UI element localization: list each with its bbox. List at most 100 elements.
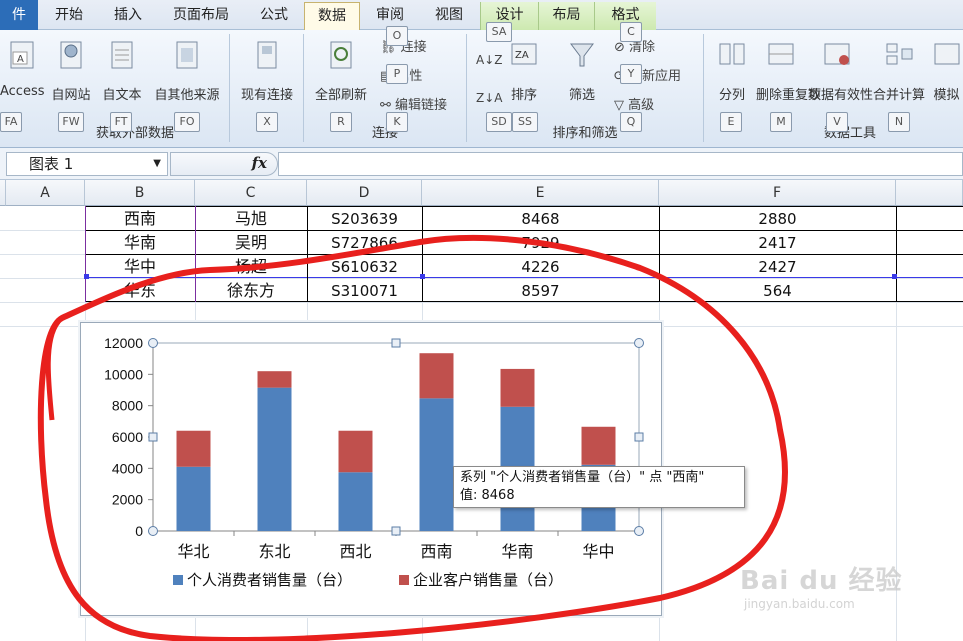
name-box[interactable]: 图表 1 ▼ [6, 152, 168, 176]
table-cell[interactable]: 杨超 [195, 255, 307, 279]
plot-resize-handle [634, 432, 644, 442]
column-header-e[interactable]: E [422, 180, 659, 206]
what-if-button[interactable]: 模拟 [930, 36, 963, 116]
y-tick-label: 10000 [104, 366, 143, 382]
tab-2[interactable]: 插入 [98, 2, 158, 30]
filter-funnel-icon [570, 43, 594, 67]
group-separator [703, 34, 704, 142]
existing-connections-button[interactable]: 现有连接 [234, 36, 300, 116]
other-sources-icon [176, 41, 198, 69]
bar-enterprise [581, 426, 616, 465]
selection-handle[interactable] [84, 274, 89, 279]
remove-dup-label: 删除重复项 [756, 88, 822, 103]
sort-az-button[interactable]: A↓Z [476, 50, 502, 70]
filter-button[interactable]: 筛选 [560, 36, 604, 116]
text-to-columns-button[interactable]: 分列 [710, 36, 754, 116]
table-cell[interactable]: 徐东方 [195, 279, 307, 303]
sort-za-button[interactable]: Z↓A [476, 88, 502, 108]
y-tick-label: 0 [135, 523, 143, 539]
x-tick-label: 西北 [339, 542, 371, 561]
column-header-f[interactable]: F [659, 180, 896, 206]
table-cell[interactable]: 2880 [659, 207, 896, 231]
from-access-button[interactable]: A Access [0, 36, 45, 116]
table-cell[interactable]: 华南 [85, 231, 195, 255]
column-header-g[interactable] [896, 180, 963, 206]
table-cell[interactable]: 华中 [85, 255, 195, 279]
from-text-button[interactable]: 自文本 [98, 36, 146, 116]
legend-label-1: 企业客户销售量（台） [413, 571, 563, 589]
sort-descending-icon: Z↓A [476, 91, 503, 105]
name-box-value: 图表 1 [29, 155, 74, 173]
table-cell[interactable]: 2417 [659, 231, 896, 255]
table-cell[interactable]: 2427 [659, 255, 896, 279]
column-header-c[interactable]: C [195, 180, 307, 206]
from-web-button[interactable]: 自网站 [46, 36, 96, 116]
table-cell[interactable]: 西南 [85, 207, 195, 231]
plot-resize-handle [148, 338, 158, 348]
tooltip-value-line: 值: 8468 [460, 488, 515, 503]
column-header-b[interactable]: B [85, 180, 195, 206]
svg-text:ZA: ZA [515, 50, 529, 61]
keytip-refresh: R [330, 112, 352, 132]
table-cell[interactable]: 564 [659, 279, 896, 303]
table-cell[interactable]: 4226 [422, 255, 659, 279]
edit-links-label: 编辑链接 [395, 98, 448, 113]
tab-4[interactable]: 公式 [244, 2, 304, 30]
table-cell[interactable]: 华东 [85, 279, 195, 303]
tab-9[interactable]: 布局 [538, 2, 594, 30]
table-cell[interactable]: 马旭 [195, 207, 307, 231]
x-tick-label: 华南 [501, 542, 533, 561]
x-tick-label: 华北 [177, 542, 209, 561]
column-header-a[interactable]: A [6, 180, 85, 206]
bar-enterprise [419, 353, 454, 399]
remove-duplicates-icon [768, 43, 794, 65]
data-validation-button[interactable]: 数据有效性 [808, 36, 873, 116]
formula-bar: 图表 1 ▼ fx [0, 148, 963, 180]
what-if-icon [934, 43, 959, 65]
legend-swatch-1 [399, 575, 409, 585]
what-if-label: 模拟 [933, 88, 960, 103]
watermark-url: jingyan.baidu.com [744, 597, 855, 611]
advanced-label: 高级 [628, 98, 655, 113]
table-cell[interactable]: 8597 [422, 279, 659, 303]
table-cell[interactable]: 吴明 [195, 231, 307, 255]
table-cell[interactable]: S727866 [307, 231, 422, 255]
table-cell[interactable]: S610632 [307, 255, 422, 279]
insert-function-area: fx [170, 152, 278, 176]
keytip-other: FO [174, 112, 200, 132]
clear-icon: ⊘ [614, 40, 630, 55]
tab-5[interactable]: 数据 [304, 2, 360, 30]
formula-input[interactable] [278, 152, 963, 176]
table-cell[interactable]: S310071 [307, 279, 422, 303]
keytip-consolidate: N [888, 112, 910, 132]
table-cell[interactable]: 7929 [422, 231, 659, 255]
ribbon-data: A Access 自网站 自文本 自其他来源 现有连接 获取外部数据 全部刷新 … [0, 22, 963, 148]
chevron-down-icon[interactable]: ▼ [153, 153, 161, 175]
tab-7[interactable]: 视图 [418, 2, 480, 30]
selection-handle[interactable] [892, 274, 897, 279]
bar-consumer [338, 472, 373, 531]
group-separator [466, 34, 467, 142]
tab-3[interactable]: 页面布局 [158, 2, 244, 30]
tab-1[interactable]: 开始 [40, 2, 98, 30]
text-file-icon [111, 41, 133, 69]
refresh-all-button[interactable]: 全部刷新 [308, 36, 374, 116]
y-tick-label: 12000 [104, 335, 143, 351]
tab-0[interactable]: 件 [0, 0, 38, 30]
keytip-valid: V [826, 112, 848, 132]
table-cell[interactable]: 8468 [422, 207, 659, 231]
from-other-sources-button[interactable]: 自其他来源 [148, 36, 226, 116]
keytip-links: K [386, 112, 408, 132]
column-header-d[interactable]: D [307, 180, 422, 206]
x-tick-label: 东北 [258, 542, 290, 561]
bar-consumer [176, 466, 211, 531]
sort-button[interactable]: ZA 排序 [503, 36, 545, 116]
insert-function-icon[interactable]: fx [252, 154, 267, 172]
consolidate-button[interactable]: 合并计算 [866, 36, 932, 116]
table-cell[interactable]: S203639 [307, 207, 422, 231]
chain-icon: ⚯ [380, 98, 396, 113]
remove-duplicates-button[interactable]: 删除重复项 [756, 36, 822, 116]
selection-handle[interactable] [420, 274, 425, 279]
from-access-label: Access [0, 84, 45, 99]
consolidate-icon [886, 43, 913, 65]
